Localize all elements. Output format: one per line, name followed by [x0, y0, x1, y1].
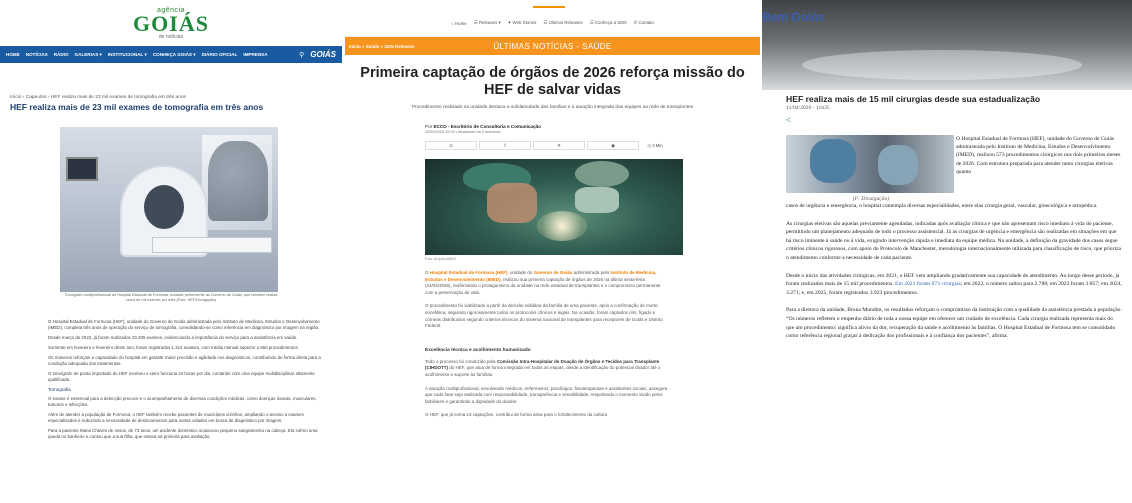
- facebook-share-icon[interactable]: f: [479, 141, 531, 150]
- section-banner: Início » Saúde » SDN Releases ÚLTIMAS NO…: [345, 37, 760, 55]
- article-paragraph: O tomógrafo de ponta importado do HEF re…: [48, 371, 315, 382]
- photo-monitor: [66, 157, 98, 181]
- panel-agencia-goias: agência GOIÁS de notícias HOME NOTÍCIAS …: [0, 0, 342, 503]
- article-subheading: Tomografia: [48, 387, 71, 392]
- site-brand[interactable]: Bem Goiás: [762, 10, 825, 24]
- article-photo-surgeons: [786, 135, 954, 193]
- article-paragraph: O exame é essencial para a detecção prec…: [48, 396, 317, 407]
- search-icon[interactable]: ⚲: [299, 51, 304, 59]
- link-governo-goias[interactable]: Governo de Goiás: [534, 270, 573, 275]
- page-title: HEF realiza mais de 15 mil cirurgias des…: [786, 94, 1041, 104]
- hero-banner: Bem Goiás: [762, 0, 1132, 90]
- site-logo[interactable]: agência GOIÁS de notícias: [133, 7, 209, 40]
- topnav-ultimos-releases[interactable]: ☰ Últimos Releases: [543, 20, 582, 26]
- article-paragraph: O procedimento foi viabilizado a partir …: [425, 303, 663, 329]
- panel-sdn-releases: ⌂ Home ☰ Releases ▾ ✦ Web Stories ☰ Últi…: [345, 0, 760, 503]
- article-paragraph: A atuação multiprofissional, envolvendo …: [425, 385, 668, 404]
- article-subheading: Excelência técnica e acolhimento humaniz…: [425, 347, 531, 353]
- topnav-contato[interactable]: ✆ Contato: [634, 20, 654, 26]
- breadcrumb[interactable]: Início » Saúde » SDN Releases: [349, 44, 415, 49]
- article-body: O Hospital Estadual de Formosa (HEF), un…: [48, 319, 328, 440]
- topnav-conheca-sdn[interactable]: ☰ Conheça a SDN: [590, 20, 627, 26]
- topnav-home[interactable]: ⌂ Home: [451, 21, 467, 26]
- photo-scanner-bed: [152, 237, 272, 253]
- publish-date: 11/04/2026 - 11h35: [786, 105, 830, 111]
- article-paragraph: Desde o início das atividades cirúrgicas…: [786, 272, 1122, 298]
- nav-item-noticias[interactable]: NOTÍCIAS: [26, 52, 48, 57]
- article-intro: (F: Divulgação) O Hospital Estadual de F…: [786, 135, 1132, 202]
- text-fragment: do HEF, que atua de forma integrada em t…: [425, 365, 661, 377]
- article-paragraph: As cirurgias eletivas são aquelas previa…: [786, 220, 1121, 261]
- photo-surgeon-mask: [575, 187, 619, 213]
- read-time: ◷ 3 Min: [647, 143, 663, 148]
- article-photo-tomograph: [60, 127, 278, 292]
- article-paragraph: Os números reforçam a capacidade do hosp…: [48, 355, 321, 366]
- photo-surgeon-face: [487, 183, 537, 223]
- photo-caption: Tomógrafo multiprofissional do Hospital …: [64, 293, 278, 302]
- link-hef[interactable]: Hospital Estadual de Formosa (HEF): [430, 270, 508, 275]
- logo-main-text: GOIÁS: [133, 10, 209, 36]
- text-fragment: Todo o processo foi conduzido pela: [425, 358, 497, 364]
- article-body: O Hospital Estadual de Formosa (HEF), un…: [425, 270, 670, 419]
- nav-item-imprensa[interactable]: IMPRENSA: [243, 52, 267, 57]
- author-line: Por ECCO - Escritório de Consultoria e C…: [425, 124, 760, 129]
- text-fragment: , unidade do: [507, 270, 534, 275]
- topnav-web-stories[interactable]: ✦ Web Stories: [508, 20, 537, 26]
- article-paragraph: Somente em fevereiro e fevereiro deste a…: [48, 345, 299, 350]
- author-name[interactable]: ECCO - Escritório de Consultoria e Comun…: [433, 124, 540, 129]
- article-lead: Procedimento realizado na unidade destac…: [411, 105, 694, 110]
- nav-item-galerias[interactable]: GALERIAS ▾: [75, 52, 102, 58]
- article-paragraph: Para a paciente Maria Chaves de Jesus, d…: [48, 428, 318, 439]
- article-photo-surgery: [425, 159, 683, 255]
- nav-item-home[interactable]: HOME: [6, 52, 20, 57]
- nav-brand-goias[interactable]: GOIÁS: [310, 50, 336, 59]
- article-paragraph: Todo o processo foi conduzido pela Comis…: [425, 359, 670, 379]
- photo-surgeon: [878, 145, 918, 185]
- photo-surgical-light: [537, 211, 587, 241]
- text-fragment: administrada pelo: [572, 270, 611, 275]
- article-meta: Por ECCO - Escritório de Consultoria e C…: [425, 124, 760, 134]
- article-figure: (F: Divulgação): [786, 135, 956, 202]
- nav-item-radio[interactable]: RÁDIO: [54, 52, 69, 57]
- author-prefix: Por: [425, 124, 433, 129]
- photo-caption: Foto: Arquivo/IMED: [425, 257, 457, 261]
- nav-item-diario-oficial[interactable]: DIÁRIO OFICIAL: [202, 52, 238, 57]
- article-paragraph: Desde março de 2023, já foram realizados…: [48, 335, 298, 340]
- photo-surgeon: [810, 139, 856, 183]
- page-title: HEF realiza mais de 23 mil exames de tom…: [10, 102, 264, 112]
- photo-window-art: [208, 141, 268, 221]
- main-nav: HOME NOTÍCIAS RÁDIO GALERIAS ▾ INSTITUCI…: [0, 46, 342, 63]
- article-paragraph: casos de urgência e emergência, o hospit…: [786, 203, 1098, 209]
- photo-surgeon-cap: [575, 161, 629, 187]
- page-title: Primeira captação de órgãos de 2026 refo…: [360, 65, 745, 98]
- whatsapp-share-icon[interactable]: ⊙: [425, 141, 477, 150]
- telegram-share-icon[interactable]: ◉: [587, 141, 639, 150]
- topnav-releases[interactable]: ☰ Releases ▾: [474, 20, 501, 26]
- publish-date: 20/04/2026 19:05 • Atualizado há 3 seman…: [425, 130, 501, 134]
- link-cirurgias-2021[interactable]: Em 2021 foram 673 cirurgias: [895, 281, 961, 287]
- breadcrumb[interactable]: Início › Capa-dos › HEF realiza mais de …: [10, 95, 342, 100]
- article-paragraph: O Hospital Estadual de Formosa (HEF), un…: [425, 270, 670, 296]
- share-icon[interactable]: <: [786, 115, 1132, 125]
- article-paragraph: O HEF, que já soma 13 captações, contrib…: [425, 412, 608, 418]
- nav-item-conheca-goias[interactable]: CONHEÇA GOIÁS ▾: [153, 52, 196, 58]
- article-content: HEF realiza mais de 15 mil cirurgias des…: [762, 90, 1132, 341]
- share-bar: ⊙ f ✕ ◉ ◷ 3 Min: [425, 141, 760, 150]
- article-paragraph: Para a diretora da unidade, Bruna Mundim…: [786, 307, 1122, 340]
- nav-item-institucional[interactable]: INSTITUCIONAL ▾: [108, 52, 147, 58]
- x-share-icon[interactable]: ✕: [533, 141, 585, 150]
- photo-scanner-gantry: [144, 185, 184, 229]
- panel-bem-goias: Bem Goiás HEF realiza mais de 15 mil cir…: [762, 0, 1132, 503]
- article-paragraph: O Hospital Estadual de Formosa (HEF), un…: [48, 319, 320, 330]
- hero-glow: [802, 50, 1082, 80]
- article-paragraph: O Hospital Estadual de Formosa (HEF), un…: [956, 136, 1121, 175]
- site-header: agência GOIÁS de notícias: [0, 0, 342, 46]
- article-paragraph: Além de atender a população de Formosa, …: [48, 412, 304, 423]
- top-nav: ⌂ Home ☰ Releases ▾ ✦ Web Stories ☰ Últi…: [345, 0, 760, 37]
